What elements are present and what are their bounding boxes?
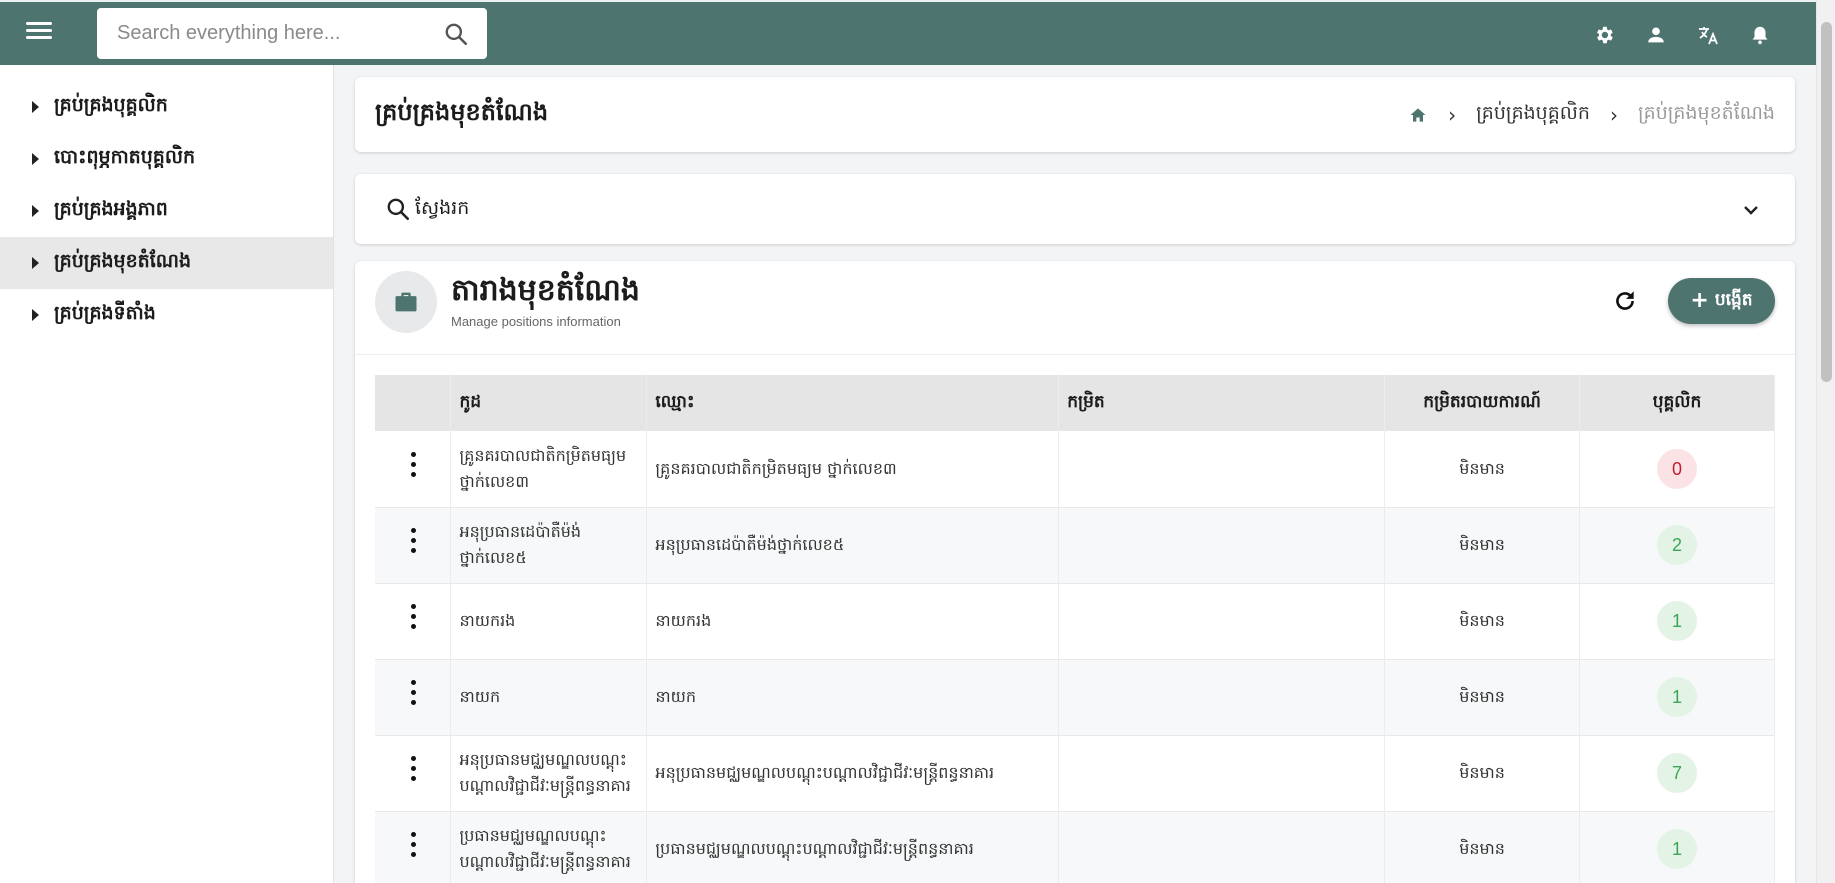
cell-report-level: មិនមាន [1384,507,1581,583]
cell-report-level: មិនមាន [1384,811,1581,883]
more-vert-icon[interactable] [403,680,423,706]
create-button[interactable]: + បង្កើត [1668,278,1775,324]
breadcrumb-current: គ្រប់គ្រងមុខតំណែង [1637,102,1775,124]
chevron-right-icon: › [1609,103,1618,127]
more-vert-icon[interactable] [403,451,423,478]
staff-count-badge: 2 [1657,525,1697,565]
table-title: តារាងមុខតំណែង [451,273,640,308]
cell-name: នាយក [646,659,1060,735]
cell-code: គ្រូនគរបាលជាតិកម្រិតមធ្យម ថ្នាក់លេខ៣ [450,431,648,507]
cell-name: គ្រូនគរបាលជាតិកម្រិតមធ្យម ថ្នាក់លេខ៣ [646,431,1060,507]
column-actions [375,375,452,431]
sidebar-item-label: បោះពុម្ភកាតបុគ្គលិក [54,146,196,168]
staff-count-badge: 1 [1657,829,1697,869]
refresh-icon [1616,291,1634,310]
positions-table-card: តារាងមុខតំណែង Manage positions informati… [355,261,1795,883]
global-search [97,8,487,59]
more-vert-icon[interactable] [403,756,423,782]
column-staff[interactable]: បុគ្គលិក [1579,375,1775,431]
cell-level [1058,431,1386,507]
briefcase-icon [375,271,437,333]
staff-count-badge: 0 [1657,448,1697,489]
chevron-right-icon: › [1448,103,1457,127]
gear-icon[interactable] [1578,9,1630,61]
staff-count-badge: 1 [1657,601,1697,641]
column-code[interactable]: កូដ [450,375,648,431]
search-panel[interactable]: ស្វែងរក [355,174,1795,244]
more-vert-icon[interactable] [403,528,423,554]
column-report-level[interactable]: កម្រិតរបាយការណ៍ [1384,375,1581,431]
caret-right-icon [32,205,39,217]
search-icon[interactable] [443,21,469,47]
page-scrollbar[interactable] [1816,0,1835,883]
cell-level [1058,583,1386,659]
caret-right-icon [32,153,39,165]
staff-count-badge: 7 [1657,753,1697,793]
refresh-button[interactable] [1605,281,1645,321]
sidebar-item-units[interactable]: គ្រប់គ្រងអង្គភាព [0,185,333,237]
sidebar-item-label: គ្រប់គ្រងទីតាំង [54,302,156,324]
bell-icon[interactable] [1734,9,1786,61]
search-panel-label: ស្វែងរក [415,197,470,219]
cell-level [1058,659,1386,735]
caret-right-icon [32,309,39,321]
table-row: អនុប្រធានដេប៉ាតឺម៉ង់ ថ្នាក់លេខ៥ អនុប្រធា… [375,507,1775,583]
cell-code: អនុប្រធានដេប៉ាតឺម៉ង់ ថ្នាក់លេខ៥ [450,507,648,583]
sidebar-item-label: គ្រប់គ្រងបុគ្គលិក [54,94,168,116]
search-icon [387,198,410,221]
table-row: ប្រធានមជ្ឈមណ្ឌលបណ្តុះ បណ្តាលវិជ្ជាជីវៈមន… [375,811,1775,883]
column-name[interactable]: ឈ្មោះ [646,375,1060,431]
cell-report-level: មិនមាន [1384,659,1581,735]
cell-report-level: មិនមាន [1384,735,1581,811]
page-title: គ្រប់គ្រងមុខតំណែង [375,98,549,126]
positions-table: កូដ ឈ្មោះ កម្រិត កម្រិតរបាយការណ៍ បុគ្គលិ… [375,375,1775,883]
cell-name: អនុប្រធានដេប៉ាតឺម៉ង់ថ្នាក់លេខ៥ [646,507,1060,583]
scrollbar-thumb[interactable] [1821,22,1832,382]
table-row: អនុប្រធានមជ្ឈមណ្ឌលបណ្តុះ បណ្តាលវិជ្ជាជីវ… [375,735,1775,811]
table-row: នាយក នាយក មិនមាន 1 [375,659,1775,735]
sidebar-item-positions[interactable]: គ្រប់គ្រងមុខតំណែង [0,237,333,289]
more-vert-icon[interactable] [403,604,423,630]
more-vert-icon[interactable] [403,832,423,858]
plus-icon: + [1690,288,1709,313]
top-app-bar [0,0,1816,65]
caret-right-icon [32,101,39,113]
staff-count-badge: 1 [1657,677,1697,717]
page-header-card: គ្រប់គ្រងមុខតំណែង › គ្រប់គ្រងបុគ្គលិក › … [355,77,1795,152]
sidebar-item-print-card[interactable]: បោះពុម្ភកាតបុគ្គលិក [0,133,333,185]
cell-code: នាយករង [450,583,648,659]
sidebar: គ្រប់គ្រងបុគ្គលិក បោះពុម្ភកាតបុគ្គលិក គ្… [0,65,334,883]
cell-name: នាយករង [646,583,1060,659]
column-level[interactable]: កម្រិត [1058,375,1386,431]
table-row: គ្រូនគរបាលជាតិកម្រិតមធ្យម ថ្នាក់លេខ៣ គ្រ… [375,431,1775,507]
table-card-header: តារាងមុខតំណែង Manage positions informati… [355,261,1795,355]
home-icon[interactable] [1408,105,1428,125]
user-icon[interactable] [1630,9,1682,61]
cell-name: អនុប្រធានមជ្ឈមណ្ឌលបណ្តុះបណ្តាលវិជ្ជាជីវៈ… [646,735,1060,811]
cell-level [1058,735,1386,811]
cell-level [1058,507,1386,583]
table-row: នាយករង នាយករង មិនមាន 1 [375,583,1775,659]
sidebar-item-label: គ្រប់គ្រងអង្គភាព [54,198,168,220]
cell-report-level: មិនមាន [1384,583,1581,659]
global-search-input[interactable] [117,8,437,59]
create-button-label: បង្កើត [1714,289,1753,310]
translate-icon[interactable] [1682,9,1734,61]
cell-code: អនុប្រធានមជ្ឈមណ្ឌលបណ្តុះ បណ្តាលវិជ្ជាជីវ… [450,735,648,811]
sidebar-item-label: គ្រប់គ្រងមុខតំណែង [54,250,192,272]
breadcrumb: › គ្រប់គ្រងបុគ្គលិក › គ្រប់គ្រងមុខតំណែង [1408,101,1775,129]
breadcrumb-staff[interactable]: គ្រប់គ្រងបុគ្គលិក [1476,101,1590,129]
cell-code: នាយក [450,659,648,735]
cell-name: ប្រធានមជ្ឈមណ្ឌលបណ្តុះបណ្តាលវិជ្ជាជីវៈមន្… [646,811,1060,883]
sidebar-item-staff[interactable]: គ្រប់គ្រងបុគ្គលិក [0,81,333,133]
cell-level [1058,811,1386,883]
sidebar-item-locations[interactable]: គ្រប់គ្រងទីតាំង [0,289,333,341]
table-header-row: កូដ ឈ្មោះ កម្រិត កម្រិតរបាយការណ៍ បុគ្គលិ… [375,375,1775,431]
chevron-down-icon[interactable] [1739,198,1763,222]
cell-report-level: មិនមាន [1384,431,1581,507]
caret-right-icon [32,257,39,269]
table-subtitle: Manage positions information [451,314,621,329]
menu-icon[interactable] [22,18,56,48]
cell-code: ប្រធានមជ្ឈមណ្ឌលបណ្តុះ បណ្តាលវិជ្ជាជីវៈមន… [450,811,648,883]
